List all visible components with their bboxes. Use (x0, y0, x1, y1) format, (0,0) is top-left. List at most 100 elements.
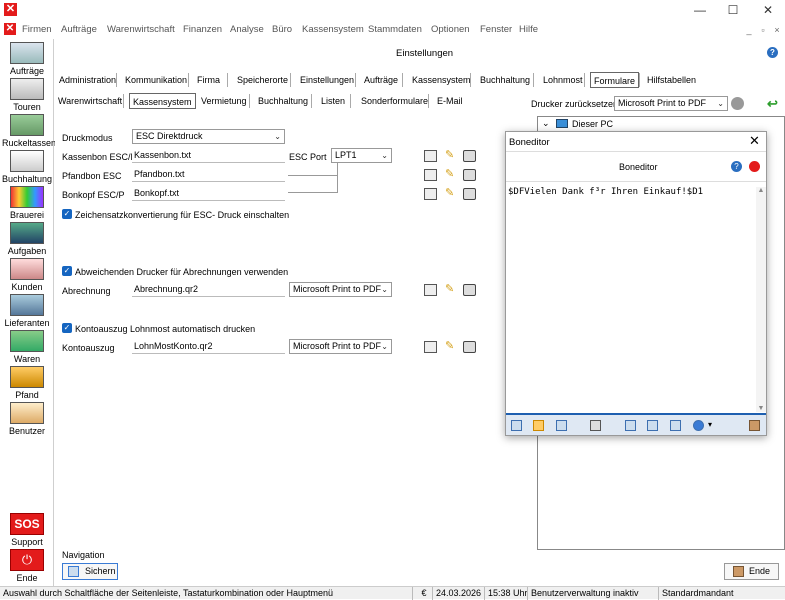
menu-analyse[interactable]: Analyse (230, 24, 264, 35)
printer-icon[interactable] (463, 169, 476, 181)
zeichensatz-checkbox[interactable]: ✓ (62, 209, 72, 219)
sidebar-item-kassen[interactable]: Ruckeltassen (2, 114, 56, 148)
tab-administration[interactable]: Administration (56, 72, 119, 88)
sidebar-item-waren[interactable]: Waren (2, 330, 52, 364)
abrechnung-printer-select[interactable]: Microsoft Print to PDF ⌄ (289, 282, 392, 297)
subtab-sonderformulare[interactable]: Sonderformulare (358, 93, 431, 109)
pencil-icon[interactable]: ✎ (445, 340, 458, 352)
sidebar-item-auftraege[interactable]: Aufträge (2, 42, 52, 76)
tree-root-label[interactable]: Dieser PC (572, 119, 613, 129)
printer-icon[interactable] (463, 341, 476, 353)
menu-optionen[interactable]: Optionen (431, 24, 470, 35)
open-dialog-icon[interactable] (424, 188, 437, 200)
editor-scrollbar[interactable]: ▲ ▼ (756, 187, 766, 412)
chevron-down-icon[interactable]: ⌄ (542, 118, 550, 129)
pfandbon-input[interactable]: Pfandbon.txt (132, 167, 285, 182)
menu-hilfe[interactable]: Hilfe (519, 24, 538, 35)
printer-icon[interactable] (463, 150, 476, 162)
kontoauszug-input[interactable]: LohnMostKonto.qr2 (132, 339, 285, 354)
insert-code-icon[interactable] (693, 420, 704, 431)
kontoauszug-checkbox[interactable]: ✓ (62, 323, 72, 333)
pencil-icon[interactable]: ✎ (445, 168, 458, 180)
subtab-vermietung[interactable]: Vermietung (198, 93, 250, 109)
sidebar-item-lieferanten[interactable]: Lieferanten (2, 294, 52, 328)
tab-einstellungen[interactable]: Einstellungen (297, 72, 357, 88)
scroll-up-icon[interactable]: ▲ (756, 187, 766, 194)
subtab-kassensystem[interactable]: Kassensystem (129, 93, 196, 109)
pencil-icon[interactable]: ✎ (445, 283, 458, 295)
menu-kassensystem[interactable]: Kassensystem (302, 24, 364, 35)
subtab-listen[interactable]: Listen (318, 93, 348, 109)
menu-fenster[interactable]: Fenster (480, 24, 512, 35)
close-icon[interactable]: ✕ (749, 133, 760, 149)
sidebar-item-pfand[interactable]: Pfand (2, 366, 52, 400)
refresh-arrow-icon[interactable]: ↩ (767, 96, 778, 112)
menu-warenwirtschaft[interactable]: Warenwirtschaft (107, 24, 175, 35)
save-icon[interactable] (556, 420, 567, 431)
menu-firmen[interactable]: Firmen (22, 24, 52, 35)
subtab-warenwirtschaft[interactable]: Warenwirtschaft (55, 93, 125, 109)
printer-reset-select[interactable]: Microsoft Print to PDF ⌄ (614, 96, 728, 111)
abrechnung-input[interactable]: Abrechnung.qr2 (132, 282, 285, 297)
help-icon[interactable]: ? (767, 47, 778, 58)
mdi-restore-button[interactable]: ▫ (756, 24, 770, 36)
exit-icon[interactable] (749, 161, 760, 172)
tab-kassensystem[interactable]: Kassensystem (409, 72, 474, 88)
exit-door-icon[interactable] (749, 420, 760, 431)
paste-icon[interactable] (670, 420, 681, 431)
tab-speicherorte[interactable]: Speicherorte (234, 72, 291, 88)
open-dialog-icon[interactable] (424, 284, 437, 296)
print-icon[interactable] (590, 420, 601, 431)
undo-icon[interactable] (625, 420, 636, 431)
tab-kommunikation[interactable]: Kommunikation (122, 72, 190, 88)
menu-finanzen[interactable]: Finanzen (183, 24, 222, 35)
help-icon[interactable]: ? (731, 161, 742, 172)
tab-lohnmost[interactable]: Lohnmost (540, 72, 586, 88)
open-dialog-icon[interactable] (424, 150, 437, 162)
menu-auftraege[interactable]: Aufträge (61, 24, 97, 35)
sidebar-item-support[interactable]: SOS Support (2, 513, 52, 547)
menu-stammdaten[interactable]: Stammdaten (368, 24, 422, 35)
printer-icon[interactable] (463, 188, 476, 200)
copy-icon[interactable] (647, 420, 658, 431)
minimize-button[interactable]: — (689, 2, 711, 18)
open-folder-icon[interactable] (533, 420, 544, 431)
pencil-icon[interactable]: ✎ (445, 187, 458, 199)
close-window-button[interactable]: ✕ (757, 2, 779, 18)
kassenbon-input[interactable]: Kassenbon.txt (132, 148, 285, 163)
new-icon[interactable] (511, 420, 522, 431)
kontoauszug-printer-select[interactable]: Microsoft Print to PDF ⌄ (289, 339, 392, 354)
editor-textarea[interactable]: $DFVielen Dank f³r Ihren Einkauf!$D1 (508, 187, 754, 412)
printer-icon[interactable] (463, 284, 476, 296)
menu-buero[interactable]: Büro (272, 24, 292, 35)
scroll-down-icon[interactable]: ▼ (756, 405, 766, 412)
sidebar-item-buchhaltung[interactable]: Buchhaltung (2, 150, 52, 184)
tab-firma[interactable]: Firma (194, 72, 223, 88)
sidebar-item-aufgaben[interactable]: Aufgaben (2, 222, 52, 256)
sidebar-item-ende[interactable]: ⏻ Ende (2, 549, 52, 583)
tab-auftraege[interactable]: Aufträge (361, 72, 401, 88)
bonkopf-input[interactable]: Bonkopf.txt (132, 186, 285, 201)
subtab-email[interactable]: E-Mail (434, 93, 466, 109)
mdi-close-button[interactable]: × (770, 24, 784, 36)
subtab-buchhaltung[interactable]: Buchhaltung (255, 93, 311, 109)
pencil-icon[interactable]: ✎ (445, 149, 458, 161)
tab-hilfstabellen[interactable]: Hilfstabellen (644, 72, 699, 88)
open-dialog-icon[interactable] (424, 341, 437, 353)
tab-buchhaltung[interactable]: Buchhaltung (477, 72, 533, 88)
abweichend-checkbox[interactable]: ✓ (62, 266, 72, 276)
chevron-down-icon[interactable]: ▾ (708, 420, 712, 429)
save-button[interactable]: Sichern (62, 563, 118, 580)
sidebar-item-kunden[interactable]: Kunden (2, 258, 52, 292)
mdi-minimize-button[interactable]: _ (742, 24, 756, 36)
sidebar-item-brauerei[interactable]: Brauerei (2, 186, 52, 220)
gear-icon[interactable] (731, 97, 744, 110)
druckmodus-select[interactable]: ESC Direktdruck ⌄ (132, 129, 285, 144)
maximize-button[interactable]: ☐ (722, 2, 744, 18)
sidebar-item-touren[interactable]: Touren (2, 78, 52, 112)
end-button[interactable]: Ende (724, 563, 779, 580)
escport-select[interactable]: LPT1 ⌄ (331, 148, 392, 163)
tab-formulare[interactable]: Formulare (590, 72, 640, 88)
sidebar-item-benutzer[interactable]: Benutzer (2, 402, 52, 436)
open-dialog-icon[interactable] (424, 169, 437, 181)
